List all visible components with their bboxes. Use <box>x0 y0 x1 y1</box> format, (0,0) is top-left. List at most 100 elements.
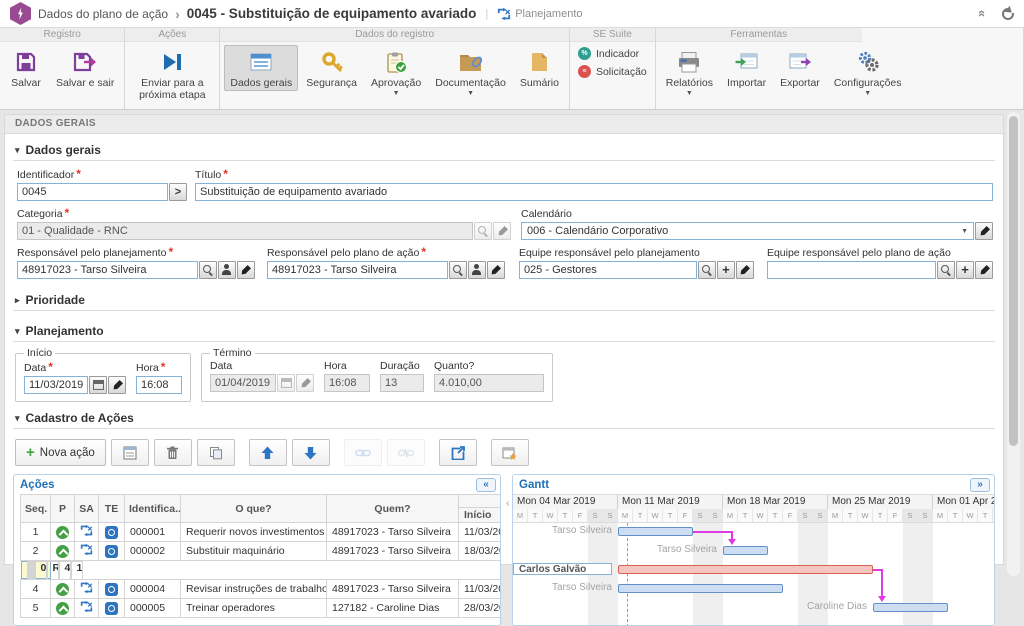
equipe-plano-search-button[interactable] <box>937 261 955 279</box>
gantt-day-label: S <box>813 509 828 522</box>
inicio-data-input[interactable] <box>24 376 88 394</box>
gantt-day-label: S <box>918 509 933 522</box>
gantt-day-label: M <box>933 509 948 522</box>
documentation-button[interactable]: Documentação ▼ <box>429 45 512 98</box>
resp-planejamento-input[interactable] <box>17 261 198 279</box>
ribbon-group-ferramentas: Ferramentas Relatórios ▼ Importar Export… <box>656 28 1024 109</box>
column-header[interactable]: O que? <box>181 495 327 523</box>
equipe-planejamento-search-button[interactable] <box>698 261 716 279</box>
categoria-search-button <box>474 222 492 240</box>
new-window-button[interactable] <box>491 439 529 466</box>
refresh-icon[interactable] <box>1002 8 1014 20</box>
column-header[interactable]: Identifica... <box>125 495 181 523</box>
action-status-icon <box>80 581 93 594</box>
breadcrumb[interactable]: Dados do plano de ação <box>38 7 168 21</box>
gantt-pane-title: Gantt <box>519 479 549 491</box>
indicator-link[interactable]: % Indicador <box>578 47 639 60</box>
resp-plano-label: Responsável pelo plano de ação <box>267 245 505 259</box>
identificador-input[interactable] <box>17 183 168 201</box>
action-data-button[interactable] <box>111 439 149 466</box>
settings-button[interactable]: Configurações ▼ <box>828 45 908 98</box>
plus-icon: + <box>961 265 969 275</box>
equipe-plano-add-button[interactable]: + <box>956 261 974 279</box>
resp-planejamento-search-button[interactable] <box>199 261 217 279</box>
identificador-next-button[interactable]: > <box>169 183 187 201</box>
action-row[interactable]: 5000005Treinar operadores127182 - Caroli… <box>21 599 502 618</box>
save-exit-label: Salvar e sair <box>56 77 114 89</box>
column-header[interactable]: SA <box>75 495 99 523</box>
save-exit-button[interactable]: Salvar e sair <box>50 45 120 91</box>
page-scrollbar-thumb[interactable] <box>1009 116 1018 446</box>
general-data-button[interactable]: Dados gerais <box>224 45 298 91</box>
action-row[interactable]: 4000004Revisar instruções de trabalho489… <box>21 580 502 599</box>
delete-action-button[interactable] <box>154 439 192 466</box>
titulo-label: Título <box>195 167 993 181</box>
inicio-hora-input[interactable] <box>136 376 182 394</box>
new-action-button[interactable]: + Nova ação <box>15 439 106 466</box>
clear-icon <box>978 225 989 236</box>
calendario-label: Calendário <box>521 208 993 220</box>
equipe-plano-input[interactable] <box>767 261 936 279</box>
ribbon-group-title: Ferramentas <box>656 28 862 42</box>
section-planejamento[interactable]: ▾ Planejamento <box>13 319 995 342</box>
equipe-planejamento-clear-button[interactable] <box>736 261 754 279</box>
section-cadastro-acoes[interactable]: ▾ Cadastro de Ações <box>13 406 995 429</box>
calendario-select[interactable]: 006 - Calendário Corporativo▼ <box>521 222 974 240</box>
edit-action-button[interactable] <box>439 439 477 466</box>
reports-button[interactable]: Relatórios ▼ <box>660 45 719 98</box>
move-down-button[interactable] <box>292 439 330 466</box>
send-next-step-button[interactable]: Enviar para a próxima etapa <box>129 45 215 103</box>
import-button[interactable]: Importar <box>721 45 772 91</box>
section-title: Dados gerais <box>26 143 101 157</box>
section-dados-gerais[interactable]: ▾ Dados gerais <box>13 138 995 161</box>
action-row[interactable]: 2000002Substituir maquinário48917023 - T… <box>21 542 502 561</box>
categoria-clear-button <box>493 222 511 240</box>
collapse-header-icon[interactable]: « <box>975 10 990 17</box>
resp-plano-user-button[interactable] <box>468 261 486 279</box>
inicio-calendar-button[interactable] <box>89 376 107 394</box>
splitter-icon[interactable]: ‹ <box>506 498 509 509</box>
resp-plano-clear-button[interactable] <box>487 261 505 279</box>
gantt-day-label: W <box>543 509 558 522</box>
export-button[interactable]: Exportar <box>774 45 826 91</box>
tab-dados-gerais[interactable]: DADOS GERAIS <box>4 114 1004 133</box>
equipe-plano-clear-button[interactable] <box>975 261 993 279</box>
search-icon <box>477 225 489 237</box>
equipe-planejamento-add-button[interactable]: + <box>717 261 735 279</box>
security-button[interactable]: Segurança <box>300 45 363 91</box>
move-up-button[interactable] <box>249 439 287 466</box>
action-row[interactable]: 3000003Revisar política de mantenção4891… <box>21 561 51 579</box>
gantt-bar[interactable] <box>618 565 873 574</box>
expand-pane-button[interactable]: » <box>970 478 990 492</box>
copy-action-button[interactable] <box>197 439 235 466</box>
priority-icon <box>56 583 69 596</box>
calendario-clear-button[interactable] <box>975 222 993 240</box>
gantt-pane: Gantt » Mon 04 Mar 2019Mon 11 Mar 2019Mo… <box>512 474 995 626</box>
resp-planejamento-clear-button[interactable] <box>237 261 255 279</box>
titlebar: Dados do plano de ação › 0045 - Substitu… <box>0 0 1024 28</box>
column-header[interactable]: P <box>51 495 75 523</box>
column-header[interactable]: TE <box>99 495 125 523</box>
resp-plano-search-button[interactable] <box>449 261 467 279</box>
section-prioridade[interactable]: ▸ Prioridade <box>13 288 995 311</box>
column-header[interactable]: Quem? <box>327 495 459 523</box>
action-row[interactable]: 1000001Requerir novos investimentos48917… <box>21 523 502 542</box>
gantt-day-label: T <box>558 509 573 522</box>
termino-hora-label: Hora <box>324 360 370 372</box>
approval-button[interactable]: Aprovação ▼ <box>365 45 427 98</box>
gantt-day-label: T <box>768 509 783 522</box>
save-button[interactable]: Salvar <box>4 45 48 91</box>
equipe-planejamento-input[interactable] <box>519 261 697 279</box>
titulo-input[interactable] <box>195 183 993 201</box>
gantt-bar[interactable] <box>618 584 783 593</box>
resp-plano-input[interactable] <box>267 261 448 279</box>
section-title: Cadastro de Ações <box>26 411 134 425</box>
column-header[interactable]: Seq. <box>21 495 51 523</box>
summary-button[interactable]: Sumário <box>514 45 565 91</box>
request-link[interactable]: ≡ Solicitação <box>578 65 647 78</box>
inicio-clear-button[interactable] <box>108 376 126 394</box>
collapse-pane-button[interactable]: « <box>476 478 496 492</box>
gantt-bar[interactable] <box>618 527 693 536</box>
column-header[interactable]: Início <box>459 495 502 523</box>
resp-planejamento-user-button[interactable] <box>218 261 236 279</box>
